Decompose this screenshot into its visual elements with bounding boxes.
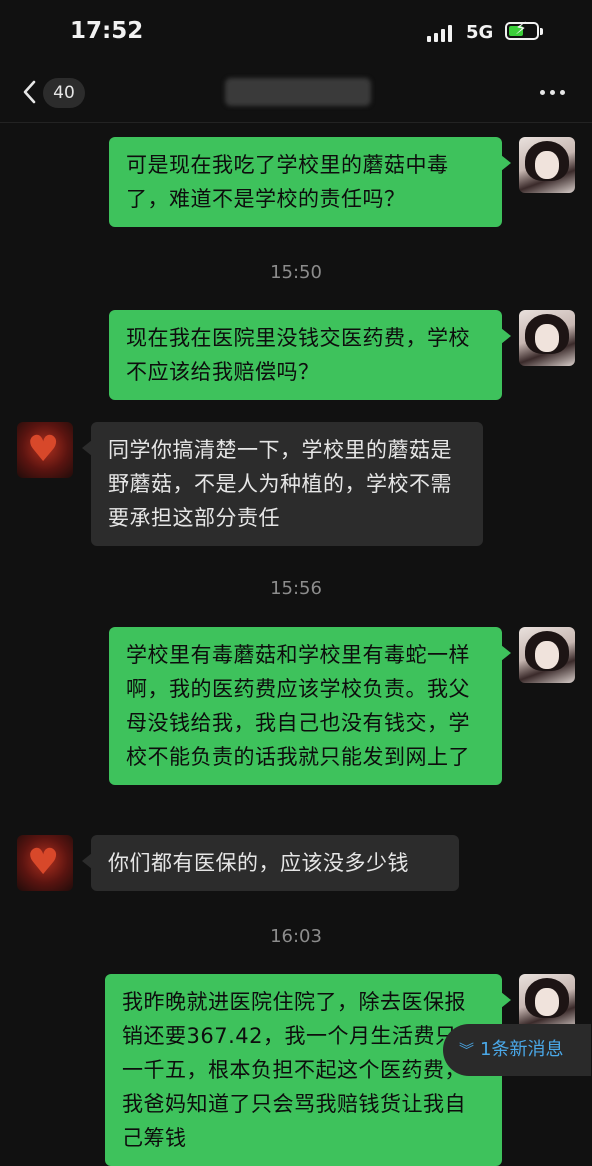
unread-count-badge[interactable]: 40 — [43, 78, 85, 108]
self-avatar[interactable] — [519, 137, 575, 193]
received-message-bubble[interactable]: 同学你搞清楚一下，学校里的蘑菇是野蘑菇，不是人为种植的，学校不需要承担这部分责任 — [82, 422, 483, 546]
contact-avatar[interactable]: ♥ — [17, 422, 73, 478]
timestamp: 16:03 — [270, 926, 322, 947]
self-avatar[interactable] — [519, 974, 575, 1030]
sent-message-bubble[interactable]: 我昨晚就进医院住院了，除去医保报销还要367.42，我一个月生活费只有一千五，根… — [105, 974, 511, 1166]
sent-message-bubble[interactable]: 现在我在医院里没钱交医药费，学校不应该给我赔偿吗？ — [109, 310, 511, 400]
chat-title-redacted — [225, 78, 371, 106]
received-message-bubble[interactable]: 你们都有医保的，应该没多少钱 — [82, 835, 459, 891]
contact-avatar[interactable]: ♥ — [17, 835, 73, 891]
network-label: 5G — [466, 22, 494, 43]
back-icon[interactable] — [20, 78, 44, 106]
status-bar: 17:52 5G ⚡ — [0, 0, 592, 64]
self-avatar[interactable] — [519, 627, 575, 683]
new-message-label: 1条新消息 — [480, 1039, 564, 1060]
more-icon[interactable] — [538, 90, 568, 98]
new-message-button[interactable]: ︾ 1条新消息 — [443, 1024, 591, 1076]
double-chevron-down-icon: ︾ — [459, 1041, 475, 1059]
sent-message-bubble[interactable]: 学校里有毒蘑菇和学校里有毒蛇一样啊，我的医药费应该学校负责。我父母没钱给我，我自… — [109, 627, 511, 785]
charging-icon: ⚡ — [515, 19, 527, 39]
status-time: 17:52 — [70, 18, 144, 44]
timestamp: 15:50 — [270, 262, 322, 283]
message-list[interactable]: 可是现在我吃了学校里的蘑菇中毒了，难道不是学校的责任吗？ 15:50 现在我在医… — [0, 123, 592, 1166]
signal-icon — [427, 24, 457, 42]
timestamp: 15:56 — [270, 578, 322, 599]
chat-header: 40 — [0, 64, 592, 123]
self-avatar[interactable] — [519, 310, 575, 366]
sent-message-bubble[interactable]: 可是现在我吃了学校里的蘑菇中毒了，难道不是学校的责任吗？ — [109, 137, 511, 227]
battery-tip — [540, 28, 543, 35]
